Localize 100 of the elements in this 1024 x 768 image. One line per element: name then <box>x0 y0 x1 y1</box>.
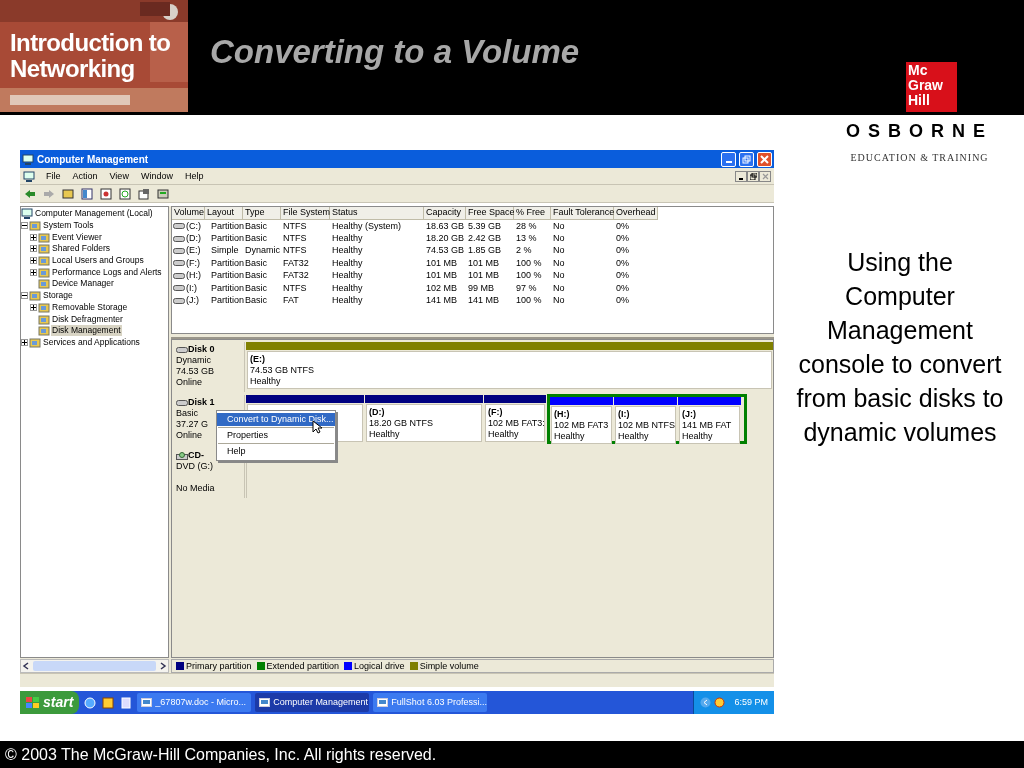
toolbar-button[interactable] <box>99 186 113 201</box>
partition-status: Healthy <box>554 431 586 442</box>
taskbar-button[interactable]: _67807w.doc - Micro... <box>137 693 252 712</box>
toolbar-button[interactable] <box>118 186 132 201</box>
tree-item[interactable]: Removable Storage <box>51 301 129 313</box>
menu-item[interactable]: Properties <box>217 429 335 442</box>
menu-item[interactable]: Window <box>139 170 174 182</box>
column-header[interactable]: % Free <box>514 207 551 220</box>
menu-item[interactable]: View <box>108 170 130 182</box>
expander-icon[interactable] <box>30 245 37 253</box>
table-cell: FAT <box>283 295 299 307</box>
table-cell: 101 MB <box>468 257 500 269</box>
column-header[interactable]: Volume <box>172 207 205 220</box>
table-cell: Healthy <box>332 282 363 294</box>
scroll-thumb[interactable] <box>33 661 156 671</box>
column-header[interactable]: Status <box>330 207 424 220</box>
quick-launch-button[interactable] <box>119 695 134 710</box>
disk-info: 74.53 GB <box>176 366 216 377</box>
tree-item[interactable]: Local Users and Groups <box>51 255 145 267</box>
toolbar-button[interactable] <box>137 186 151 201</box>
table-cell: 2 % <box>516 245 532 257</box>
expander-icon[interactable] <box>30 257 37 265</box>
toolbar-button[interactable] <box>61 186 75 201</box>
expander-icon[interactable] <box>30 268 37 276</box>
minimize-button[interactable] <box>735 170 747 182</box>
tree-item[interactable]: Performance Logs and Alerts <box>51 266 163 278</box>
quick-launch-button[interactable] <box>101 695 116 710</box>
table-cell: 28 % <box>516 220 537 232</box>
column-header[interactable]: File System <box>281 207 330 220</box>
tree-item[interactable]: Disk Management <box>51 325 122 337</box>
document-icon <box>120 696 133 709</box>
column-header[interactable]: Overhead <box>614 207 658 220</box>
drive-letter: (E:) <box>250 354 266 365</box>
table-cell: No <box>553 245 565 257</box>
column-header[interactable]: Free Space <box>466 207 514 220</box>
tree-item[interactable]: Disk Defragmenter <box>51 313 124 325</box>
tree-item[interactable]: Computer Management (Local) <box>34 208 154 220</box>
plus-icon <box>31 234 36 240</box>
legend-label: Logical drive <box>354 660 405 672</box>
menu-item[interactable]: Help <box>183 170 205 182</box>
toolbar-button[interactable] <box>156 186 170 201</box>
partition-detail: 102 MB FAT3 <box>554 420 609 431</box>
tree-item[interactable]: Storage <box>42 290 74 302</box>
computer-icon <box>22 153 34 165</box>
maximize-button[interactable] <box>739 151 754 167</box>
menu-item[interactable]: Help <box>217 445 335 458</box>
minimize-icon <box>725 160 732 163</box>
shield-icon <box>714 697 726 708</box>
media-icon <box>102 696 115 709</box>
start-button[interactable]: start <box>20 691 80 714</box>
table-cell: (C:) <box>186 220 201 232</box>
folder-icon <box>29 336 41 348</box>
taskbar-button[interactable]: FullShot 6.03 Professi... <box>373 693 488 712</box>
table-cell: 100 % <box>516 295 542 307</box>
properties-icon <box>138 187 150 200</box>
drive-letter: (J:) <box>682 409 697 420</box>
table-cell: 101 MB <box>468 270 500 282</box>
tree-item[interactable]: Device Manager <box>51 278 115 290</box>
computer-icon <box>23 170 35 182</box>
restore-button[interactable] <box>747 170 759 182</box>
disk-info: Dynamic <box>176 355 212 366</box>
table-cell: Basic <box>245 233 267 245</box>
quick-launch-button[interactable] <box>83 695 98 710</box>
expander-icon[interactable] <box>30 233 37 241</box>
tree-item[interactable]: Event Viewer <box>51 231 103 243</box>
table-cell: 0% <box>616 282 629 294</box>
tree-item[interactable]: System Tools <box>42 220 95 232</box>
plus-icon <box>31 304 36 310</box>
column-header[interactable]: Fault Tolerance <box>551 207 614 220</box>
expander-icon[interactable] <box>21 222 28 230</box>
menu-item[interactable]: File <box>45 170 62 182</box>
plus-icon <box>31 269 36 275</box>
column-header[interactable]: Capacity <box>424 207 466 220</box>
expander-icon[interactable] <box>21 338 28 346</box>
table-cell: 102 MB <box>426 282 458 294</box>
menu-item[interactable]: Action <box>71 170 99 182</box>
menu-item[interactable]: Convert to Dynamic Disk... <box>217 413 335 426</box>
computer-icon <box>21 208 33 220</box>
tree-item[interactable]: Shared Folders <box>51 243 112 255</box>
table-cell: Healthy <box>332 295 363 307</box>
minus-icon <box>22 293 27 299</box>
column-header[interactable]: Type <box>243 207 281 220</box>
tree-item[interactable]: Services and Applications <box>42 336 141 348</box>
partition-status: Healthy <box>682 431 714 442</box>
toolbar-button[interactable] <box>80 186 94 201</box>
close-icon <box>761 172 769 180</box>
taskbar-button[interactable]: Computer Management <box>255 693 370 712</box>
table-cell: (E:) <box>186 245 201 257</box>
scrollbar[interactable] <box>20 659 169 673</box>
cd-drive-icon <box>176 451 188 460</box>
expander-icon[interactable] <box>21 292 28 300</box>
slide-footer: © 2003 The McGraw-Hill Companies, Inc. All rights reserved. <box>0 741 1024 768</box>
table-cell: 101 MB <box>426 257 458 269</box>
table-cell: Healthy <box>332 257 363 269</box>
publisher-tagline: EDUCATION & TRAINING <box>850 151 989 165</box>
table-cell: No <box>553 295 565 307</box>
column-header[interactable]: Layout <box>205 207 243 220</box>
partition-detail: 18.20 GB NTFS <box>369 418 435 429</box>
expander-icon[interactable] <box>30 303 37 311</box>
windows-flag-icon <box>26 696 40 709</box>
